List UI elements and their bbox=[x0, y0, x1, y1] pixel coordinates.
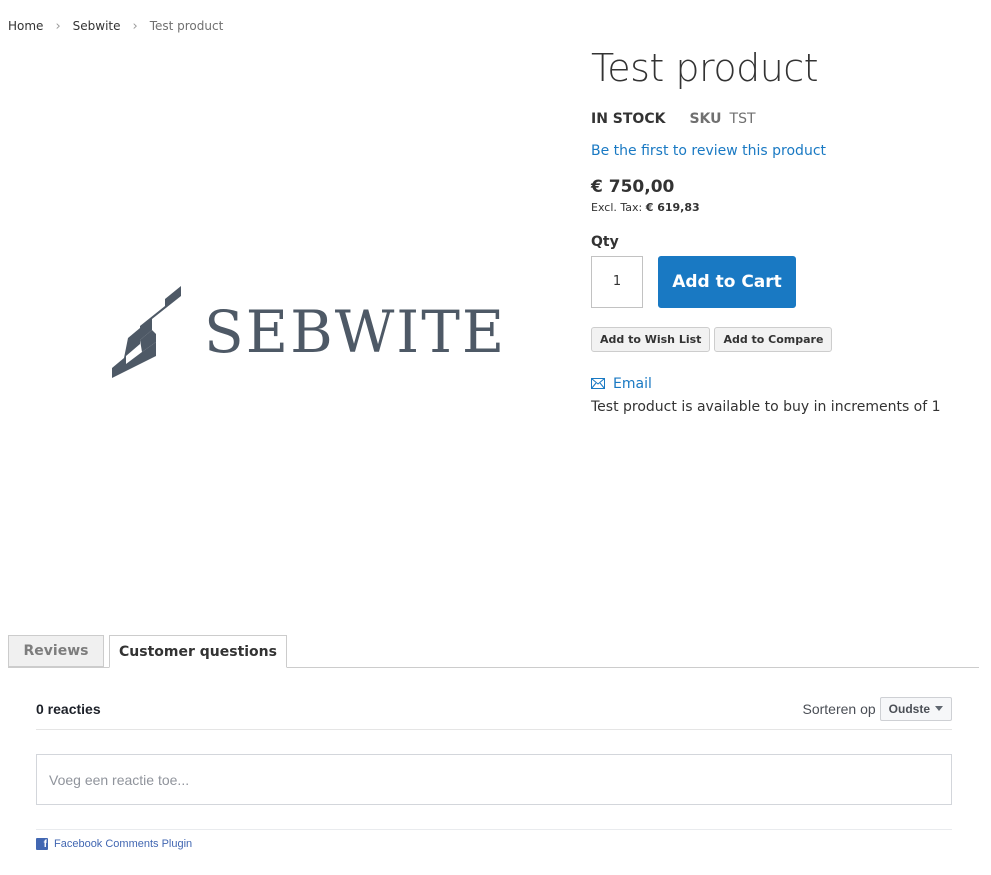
facebook-icon: f bbox=[36, 838, 48, 850]
breadcrumb-category[interactable]: Sebwite bbox=[73, 19, 121, 33]
excl-tax-value: € 619,83 bbox=[645, 200, 700, 214]
breadcrumb-current: Test product bbox=[149, 19, 224, 33]
email-label: Email bbox=[613, 375, 652, 392]
caret-down-icon bbox=[935, 706, 943, 711]
sort-label: Sorteren op bbox=[802, 700, 876, 717]
plugin-link[interactable]: f Facebook Comments Plugin bbox=[36, 838, 952, 850]
facebook-comments: 0 reacties Sorteren op Oudste Voeg een r… bbox=[36, 688, 952, 850]
sku-label: SKU bbox=[689, 110, 722, 127]
sort-value: Oudste bbox=[888, 701, 930, 716]
product-image[interactable]: SEBWITE bbox=[8, 50, 568, 610]
price: € 750,00 bbox=[591, 176, 675, 197]
comment-placeholder: Voeg een reactie toe... bbox=[49, 771, 190, 788]
product-tabs: Reviews Customer questions bbox=[8, 635, 979, 668]
chevron-right-icon: › bbox=[132, 18, 138, 34]
logo-text: SEBWITE bbox=[204, 298, 507, 366]
plugin-label: Facebook Comments Plugin bbox=[54, 838, 193, 850]
breadcrumb: Home › Sebwite › Test product bbox=[8, 19, 223, 33]
logo-mark-icon bbox=[112, 286, 181, 378]
product-title: Test product bbox=[591, 46, 819, 90]
secondary-actions: Add to Wish List Add to Compare bbox=[591, 326, 981, 352]
first-review-link[interactable]: Be the first to review this product bbox=[591, 143, 981, 159]
sort-control: Sorteren op Oudste bbox=[802, 696, 952, 721]
tab-customer-questions[interactable]: Customer questions bbox=[109, 635, 287, 668]
email-link[interactable]: Email bbox=[591, 376, 981, 392]
increments-note: Test product is available to buy in incr… bbox=[591, 398, 941, 415]
brand-logo: SEBWITE bbox=[112, 286, 506, 378]
add-to-wishlist-button[interactable]: Add to Wish List bbox=[591, 326, 711, 352]
sku-value: TST bbox=[729, 110, 756, 127]
excl-tax-label: Excl. Tax: bbox=[591, 200, 643, 214]
breadcrumb-home[interactable]: Home bbox=[8, 19, 43, 33]
comment-count: 0 reacties bbox=[36, 700, 101, 717]
excl-tax-price: Excl. Tax: € 619,83 bbox=[591, 201, 981, 214]
stock-status: IN STOCK bbox=[591, 110, 666, 127]
comments-header: 0 reacties Sorteren op Oudste bbox=[36, 688, 952, 730]
chevron-right-icon: › bbox=[55, 18, 61, 34]
add-to-compare-button[interactable]: Add to Compare bbox=[714, 326, 833, 352]
divider bbox=[36, 829, 952, 830]
qty-label: Qty bbox=[591, 233, 619, 250]
qty-input[interactable] bbox=[591, 255, 643, 308]
comment-input[interactable]: Voeg een reactie toe... bbox=[36, 754, 952, 805]
add-to-cart-row: Add to Cart bbox=[591, 255, 981, 308]
tab-reviews[interactable]: Reviews bbox=[8, 635, 104, 667]
envelope-icon bbox=[591, 378, 605, 390]
add-to-cart-button[interactable]: Add to Cart bbox=[658, 255, 796, 308]
product-info: Test product IN STOCK SKU TST Be the fir… bbox=[591, 46, 981, 415]
stock-sku-row: IN STOCK SKU TST bbox=[591, 111, 981, 127]
sort-select[interactable]: Oudste bbox=[879, 696, 952, 721]
